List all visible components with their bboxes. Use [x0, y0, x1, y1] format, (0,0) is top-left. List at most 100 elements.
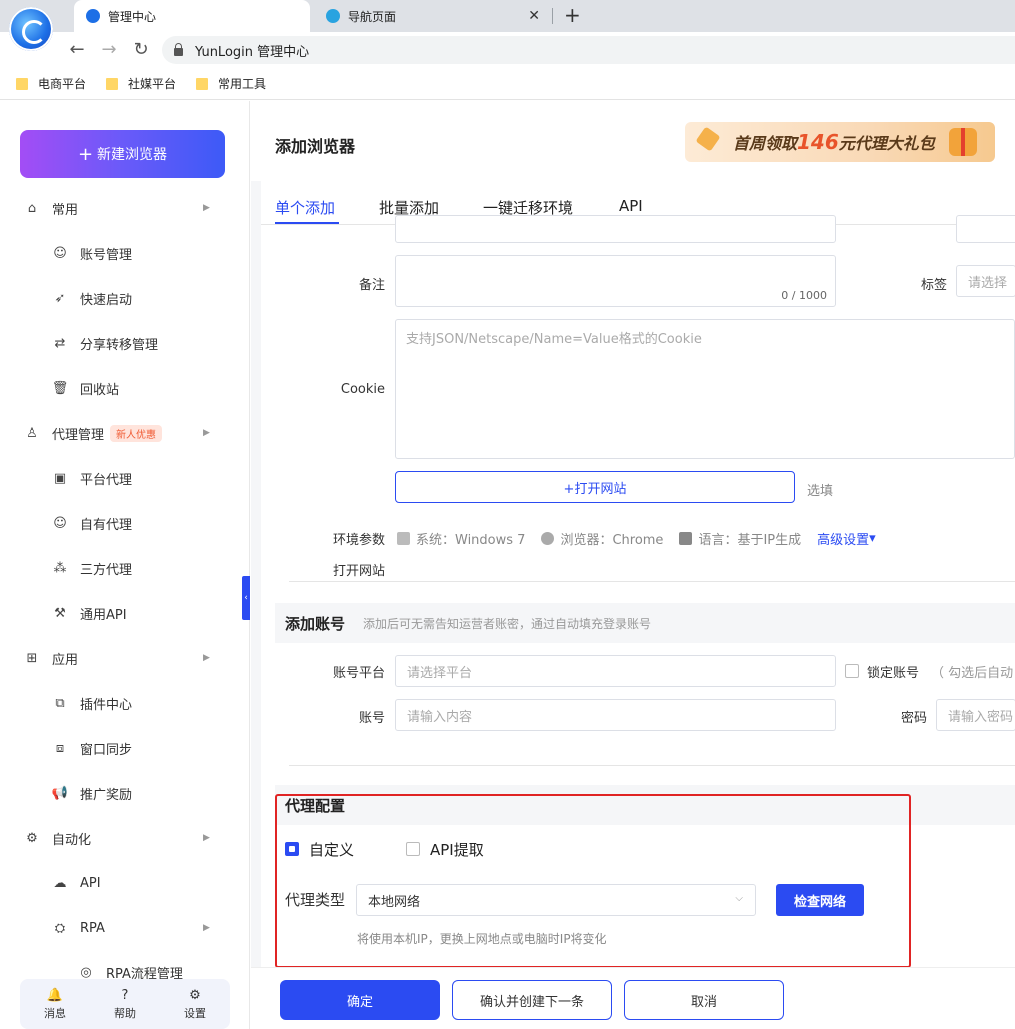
browser-tab-bar: 管理中心 导航页面 ✕ +	[0, 0, 1015, 32]
promo-banner[interactable]: 首周领取 146 元代理大礼包	[685, 122, 995, 162]
sidebar-item-proxy-mgmt[interactable]: ♙ 代理管理 新人优惠 ▶	[0, 421, 250, 445]
lock-icon	[174, 43, 183, 56]
forward-arrow-icon[interactable]: →	[98, 39, 120, 60]
flow-icon: ◎	[80, 964, 92, 980]
new-tab-icon[interactable]: +	[564, 3, 581, 27]
env-system: 系统：Windows 7	[416, 533, 526, 548]
network-icon: ⁂	[53, 560, 67, 576]
tab-title: 管理中心	[108, 9, 157, 24]
sidebar-item-plugin-center[interactable]: ⧉ 插件中心	[0, 691, 250, 715]
messages-button[interactable]: 🔔 消息	[44, 988, 66, 1021]
advanced-settings-link[interactable]: 高级设置	[817, 529, 869, 548]
cookie-textarea[interactable]: 支持JSON/Netscape/Name=Value格式的Cookie	[395, 319, 1015, 459]
sidebar-item-general-api[interactable]: ⚒ 通用API	[0, 601, 250, 625]
account-input[interactable]: 请输入内容	[395, 699, 836, 731]
confirm-and-next-button[interactable]: 确认并创建下一条	[452, 980, 612, 1020]
sidebar-item-label: 自有代理	[80, 517, 133, 533]
open-site-button[interactable]: +打开网站	[395, 471, 795, 503]
omnibox[interactable]: YunLogin 管理中心	[162, 36, 1015, 64]
sidebar-item-label: 自动化	[52, 832, 92, 848]
coupon-icon	[695, 126, 721, 152]
new-user-discount-badge: 新人优惠	[110, 424, 163, 442]
chevron-right-icon: ▶	[203, 428, 210, 438]
user-list-icon: ☺	[53, 245, 67, 261]
tab-single-add[interactable]: 单个添加	[275, 197, 335, 218]
settings-label: 设置	[184, 1006, 206, 1020]
page-title: 添加浏览器	[275, 137, 356, 156]
sidebar-item-apps[interactable]: ⊞ 应用 ▶	[0, 646, 250, 670]
windows-icon	[397, 532, 410, 545]
account-placeholder: 请输入内容	[407, 709, 473, 725]
new-browser-button[interactable]: + 新建浏览器	[20, 130, 225, 178]
chevron-right-icon: ▶	[203, 203, 210, 213]
sidebar-item-account-mgmt[interactable]: ☺ 账号管理	[0, 241, 250, 265]
env-params-label: 环境参数	[332, 533, 385, 548]
sidebar-item-label: 推广奖励	[80, 787, 133, 803]
account-platform-select[interactable]: 请选择平台	[395, 655, 836, 687]
sidebar-item-third-proxy[interactable]: ⁂ 三方代理	[0, 556, 250, 580]
tag-select[interactable]: 请选择	[956, 265, 1015, 297]
chevron-right-icon: ▶	[203, 923, 210, 933]
close-tab-icon[interactable]: ✕	[528, 8, 540, 24]
sidebar-item-rpa[interactable]: ⛭ RPA ▶	[0, 916, 250, 940]
password-input[interactable]: 请输入密码	[936, 699, 1015, 731]
sidebar-item-quick-start[interactable]: ➶ 快速启动	[0, 286, 250, 310]
sidebar-item-label: 回收站	[80, 382, 120, 398]
sidebar-item-automation[interactable]: ⚙ 自动化 ▶	[0, 826, 250, 850]
back-arrow-icon[interactable]: ←	[66, 39, 88, 60]
bookmark-social[interactable]: 社媒平台	[106, 75, 176, 92]
plugin-icon: ⧉	[55, 695, 65, 711]
settings-button[interactable]: ⚙ 设置	[184, 988, 206, 1021]
lock-account-label: 锁定账号	[867, 666, 920, 681]
window-sync-icon: ⧈	[55, 740, 65, 756]
sidebar-item-label: 应用	[52, 652, 79, 668]
tag-label: 标签	[920, 278, 947, 293]
sidebar-item-label: 通用API	[80, 607, 127, 623]
reload-icon[interactable]: ↻	[130, 39, 152, 60]
tab-management-center[interactable]: 管理中心	[74, 0, 310, 32]
form-footer: 确定 确认并创建下一条 取消	[251, 967, 1015, 1029]
remark-label: 备注	[358, 278, 385, 293]
previous-row-input-right[interactable]	[956, 215, 1015, 243]
sidebar-item-platform-proxy[interactable]: ▣ 平台代理	[0, 466, 250, 490]
highlight-annotation-box	[275, 794, 911, 968]
remark-char-counter: 0 / 1000	[781, 289, 827, 302]
main-content: 添加浏览器 首周领取 146 元代理大礼包 单个添加 批量添加 一键迁移环境 A…	[251, 101, 1015, 1029]
folder-icon	[16, 77, 28, 90]
sidebar-item-recycle-bin[interactable]: 🗑 回收站	[0, 376, 250, 400]
previous-row-input[interactable]	[395, 215, 836, 243]
cancel-button[interactable]: 取消	[624, 980, 784, 1020]
sidebar-item-own-proxy[interactable]: ☺ 自有代理	[0, 511, 250, 535]
sidebar-item-promo-reward[interactable]: 📢 推广奖励	[0, 781, 250, 805]
promo-prefix: 首周领取	[733, 134, 798, 153]
sidebar-bottom-bar: 🔔 消息 ? 帮助 ⚙ 设置	[20, 979, 230, 1029]
confirm-button[interactable]: 确定	[280, 980, 440, 1020]
sidebar-item-share-transfer[interactable]: ⇄ 分享转移管理	[0, 331, 250, 355]
lock-account-checkbox[interactable]	[845, 664, 859, 678]
sidebar-item-api[interactable]: ☁ API	[0, 871, 250, 895]
help-button[interactable]: ? 帮助	[114, 988, 136, 1021]
gift-box-icon	[949, 128, 977, 156]
sidebar-item-common[interactable]: ⌂ 常用 ▶	[0, 196, 250, 220]
yunlogin-logo	[9, 7, 53, 51]
cookie-placeholder: 支持JSON/Netscape/Name=Value格式的Cookie	[406, 332, 702, 347]
sidebar-item-label: 常用	[52, 202, 79, 218]
sidebar-item-window-sync[interactable]: ⧈ 窗口同步	[0, 736, 250, 760]
bookmark-tools[interactable]: 常用工具	[196, 75, 266, 92]
user-list-icon: ☺	[53, 515, 67, 531]
env-language: 语言：基于IP生成	[698, 533, 802, 548]
sidebar-collapse-handle[interactable]: ‹	[242, 576, 250, 620]
active-tab-indicator	[275, 222, 339, 224]
chrome-icon	[541, 532, 555, 545]
bookmark-label: 电商平台	[38, 77, 87, 91]
bookmark-ecommerce[interactable]: 电商平台	[16, 75, 86, 92]
sidebar-item-label: 插件中心	[80, 697, 133, 713]
grid-icon: ⊞	[26, 650, 38, 666]
tab-api[interactable]: API	[619, 197, 643, 215]
trash-icon: 🗑	[51, 380, 69, 396]
gear-icon: ⚙	[189, 987, 201, 1003]
remark-textarea[interactable]: 0 / 1000	[395, 255, 836, 307]
platform-placeholder: 请选择平台	[407, 665, 473, 681]
tab-navigation-page[interactable]: 导航页面 ✕	[314, 0, 550, 32]
tab-separator	[552, 8, 553, 24]
